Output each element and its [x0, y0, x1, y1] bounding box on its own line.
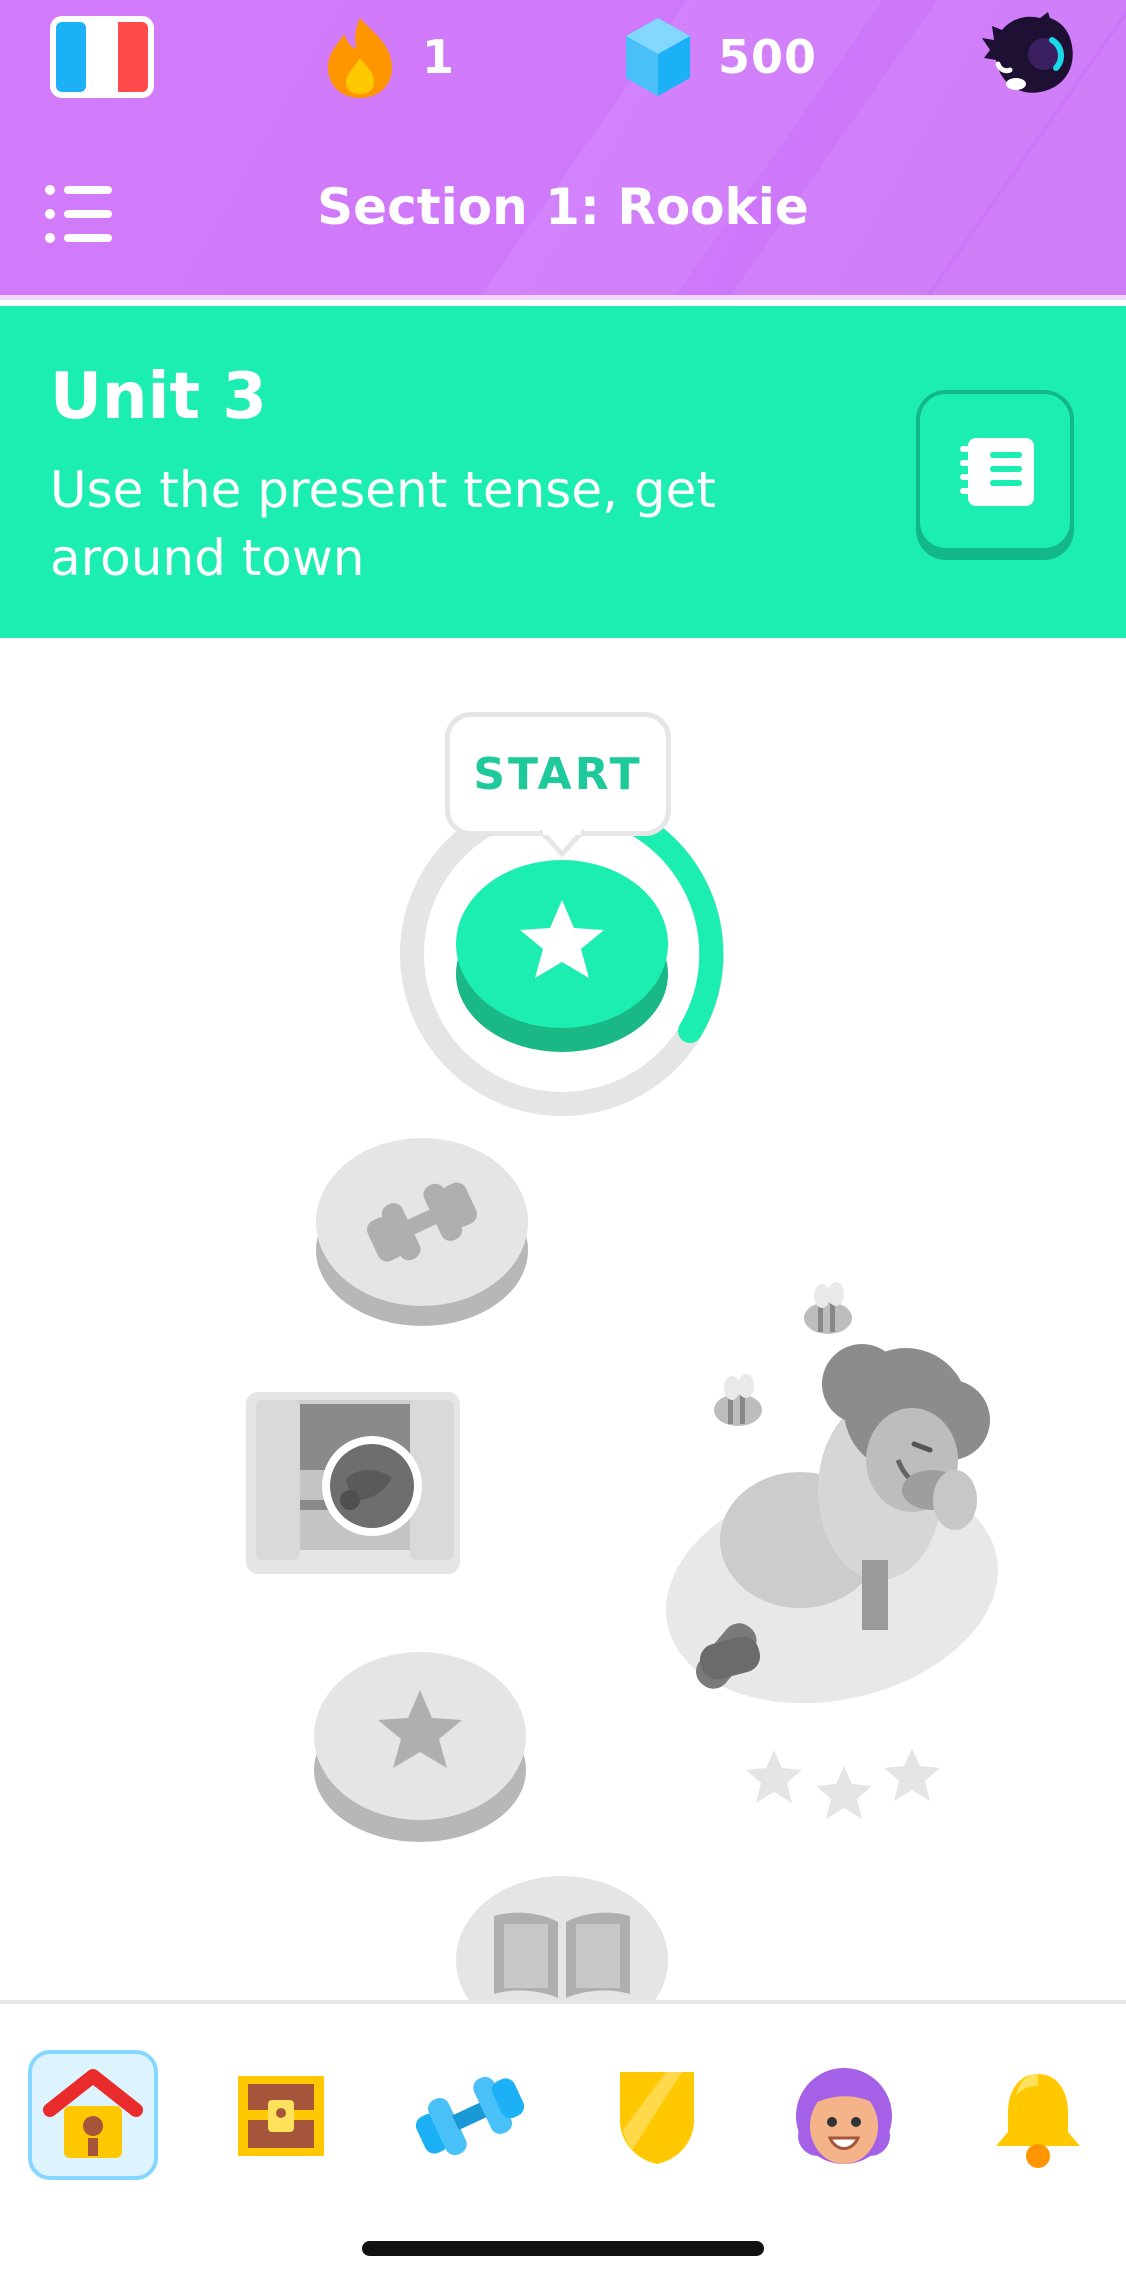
gems-counter[interactable]: 500: [622, 14, 817, 100]
current-lesson-button[interactable]: [456, 860, 668, 1052]
practice-node-locked[interactable]: [316, 1138, 528, 1326]
shield-icon: [620, 2072, 694, 2164]
bee-icon: [804, 1282, 852, 1334]
treasure-chest-locked[interactable]: [246, 1392, 460, 1574]
top-bar-divider: [0, 295, 1126, 300]
start-tooltip[interactable]: START: [445, 712, 671, 836]
flag-icon: [50, 16, 154, 98]
nav-notifications-tab[interactable]: [990, 2066, 1086, 2170]
top-bar: [0, 0, 1126, 300]
nav-practice-tab[interactable]: [410, 2066, 530, 2166]
nav-home-tab[interactable]: [28, 2050, 158, 2180]
super-avatar-button[interactable]: [980, 10, 1080, 100]
start-tooltip-pointer: [540, 830, 584, 858]
bell-icon: [996, 2074, 1080, 2168]
dumbbell-icon: [415, 2076, 525, 2156]
unit-description: Use the present tense, get around town: [50, 461, 716, 587]
gem-icon: [626, 18, 690, 96]
notebook-icon: [960, 438, 1034, 506]
owl-avatar-icon: [982, 12, 1073, 93]
streak-counter[interactable]: 1: [322, 14, 455, 100]
gems-count: 500: [718, 30, 818, 84]
home-icon: [43, 2069, 143, 2158]
star-icon: [884, 1748, 940, 1801]
unit-title: Unit 3: [50, 360, 267, 434]
treasure-chest-icon: [238, 2076, 324, 2156]
home-indicator: [362, 2241, 764, 2256]
flame-icon: [328, 18, 392, 98]
guidebook-button[interactable]: [916, 390, 1074, 552]
sleeping-character-illustration: [666, 1344, 998, 1704]
nav-leaderboard-tab[interactable]: [612, 2064, 702, 2168]
character-stars: [746, 1748, 940, 1819]
story-node-locked[interactable]: [456, 1876, 668, 2000]
star-icon: [816, 1766, 872, 1819]
language-flag-button[interactable]: [48, 14, 156, 100]
profile-avatar-icon: [796, 2068, 892, 2164]
lesson-node-locked[interactable]: [314, 1652, 526, 1842]
star-icon: [746, 1750, 802, 1803]
streak-count: 1: [422, 30, 456, 84]
nav-chest-tab[interactable]: [226, 2066, 336, 2166]
nav-profile-tab[interactable]: [792, 2066, 896, 2170]
section-title: Section 1: Rookie: [317, 178, 809, 236]
bee-icon: [714, 1374, 762, 1426]
